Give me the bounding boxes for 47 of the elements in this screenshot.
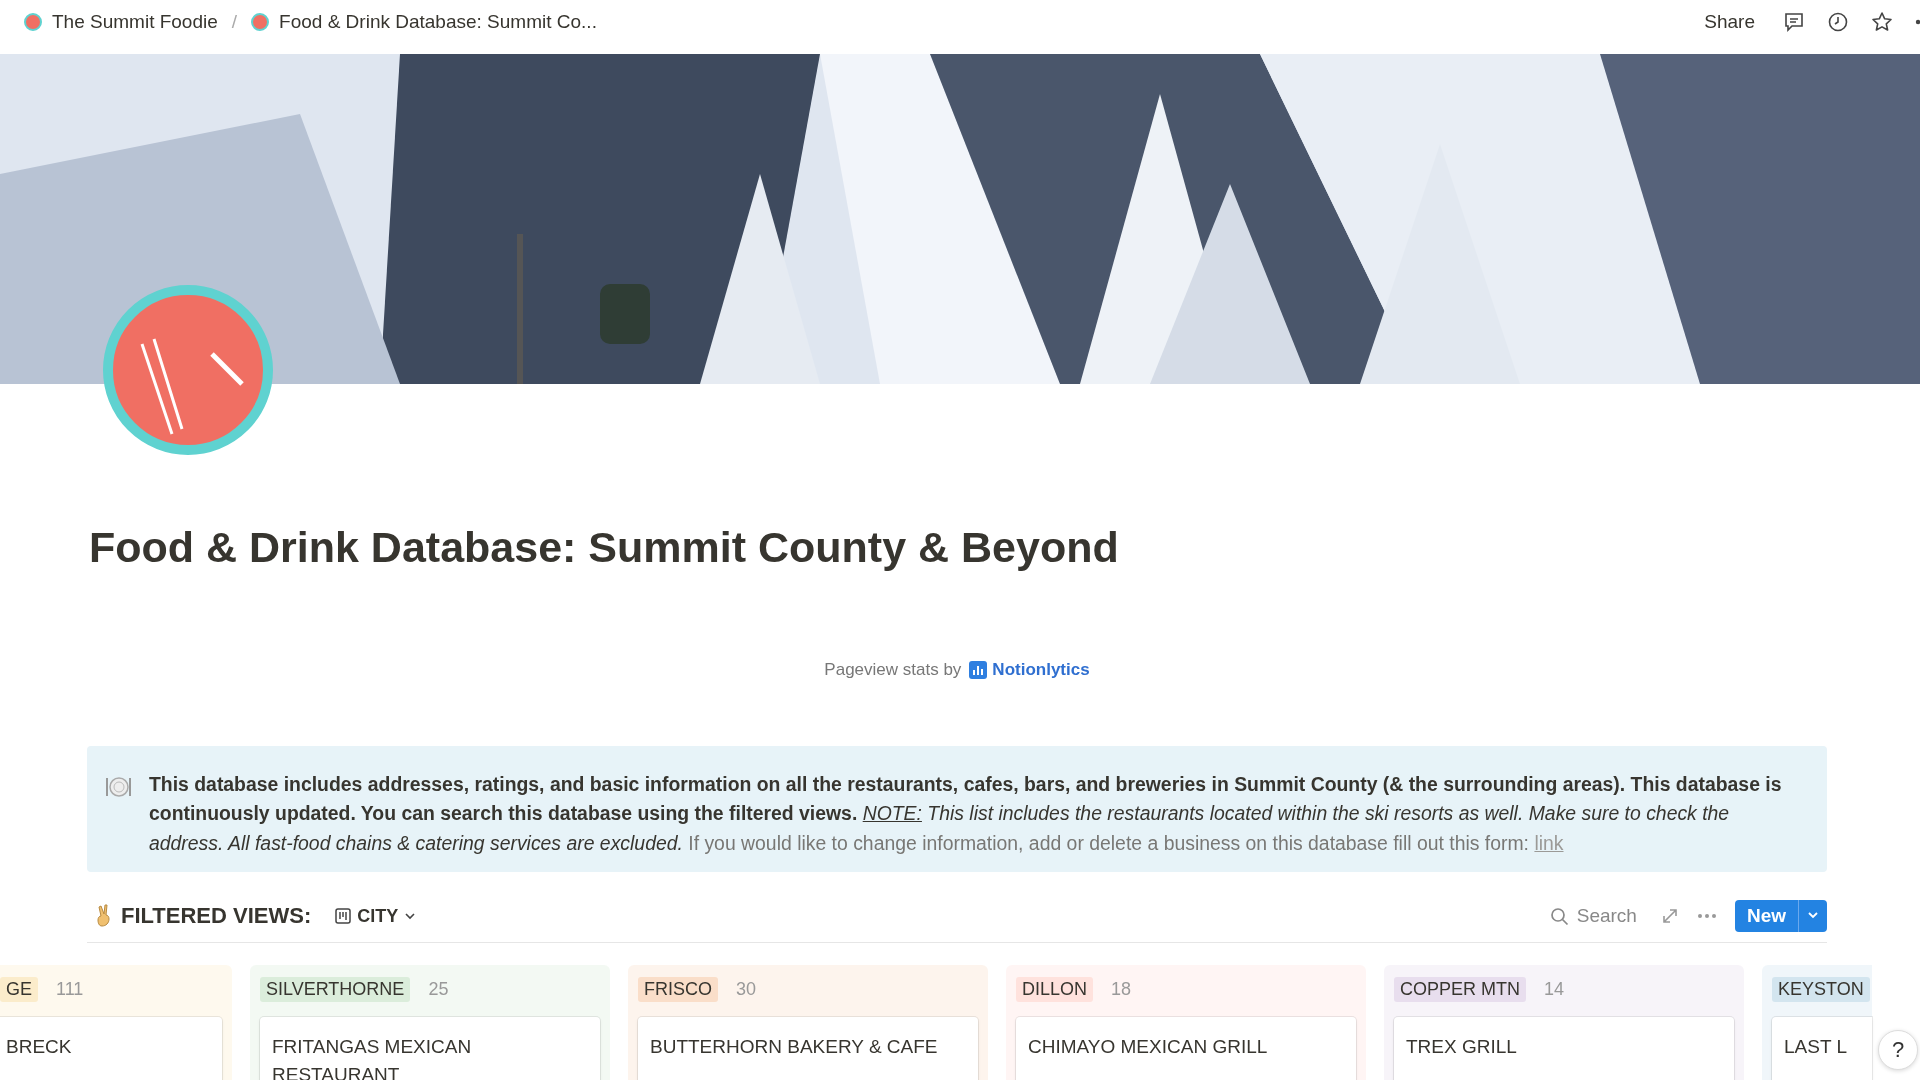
new-button[interactable]: New — [1734, 900, 1798, 933]
help-tooltip[interactable]: ? — [1878, 1030, 1918, 1070]
card[interactable]: CHIMAYO MEXICAN GRILL — [1016, 1017, 1356, 1080]
page-icon — [251, 13, 270, 31]
card[interactable]: TREX GRILL — [1394, 1017, 1734, 1080]
more-icon[interactable] — [1915, 19, 1920, 25]
search-button[interactable]: Search — [1543, 904, 1643, 929]
board-icon — [335, 908, 352, 925]
group-count: 25 — [428, 978, 449, 1000]
callout-text: This database includes addresses, ratings, and basic information on all the restaurants, cafes, bars, and breweries in Summit County (& the surrounding areas). This database is continuously updated. You can search this database using the filtered views. NOTE: This list includes the restaurants located within the ski resorts as well. Make sure to check the address. All fast-food chains & catering services are excluded. If you would like to change information, add or delete a business on this database fill out this form: link — [149, 771, 1783, 856]
card[interactable]: LAST L — [1772, 1017, 1872, 1080]
group-tag[interactable]: DILLON — [1016, 976, 1094, 1002]
hand-icon — [95, 904, 113, 929]
breadcrumb-separator: / — [231, 11, 238, 33]
group-tag[interactable]: GE — [0, 976, 38, 1002]
group-tag[interactable]: KEYSTON — [1772, 976, 1870, 1002]
breadcrumb-link[interactable]: The Summit Foodie — [20, 7, 222, 37]
stats-label: Pageview stats by — [824, 659, 962, 680]
bar-chart-icon — [969, 660, 988, 679]
group-tag[interactable]: SILVERTHORNE — [260, 976, 411, 1002]
expand-icon[interactable] — [1660, 907, 1679, 926]
group-tag[interactable]: COPPER MTN — [1394, 976, 1526, 1002]
group-count: 30 — [736, 978, 757, 1000]
card-title: BRECK — [6, 1035, 73, 1060]
card-title: BUTTERHORN BAKERY & CAFE — [650, 1035, 939, 1060]
group-tag[interactable]: FRISCO — [638, 976, 718, 1002]
card[interactable]: BUTTERHORN BAKERY & CAFE — [638, 1017, 978, 1080]
group-count: 18 — [1111, 978, 1132, 1000]
card[interactable]: BRECK — [0, 1017, 222, 1080]
comment-icon[interactable] — [1783, 11, 1805, 33]
share-button[interactable]: Share — [1698, 7, 1761, 37]
page-title: Food & Drink Database: Summit County & Beyond — [89, 522, 1120, 573]
page-icon — [24, 13, 42, 31]
dropdown-button[interactable] — [1798, 900, 1827, 933]
page-icon — [102, 284, 274, 456]
card-title: LAST L — [1784, 1035, 1849, 1060]
group-count: 111 — [56, 978, 84, 1000]
card-title: TREX GRILL — [1406, 1035, 1518, 1060]
views-heading: FILTERED VIEWS: — [121, 903, 312, 930]
breadcrumb-link[interactable]: Food & Drink Database: Summit Co... — [247, 7, 601, 37]
star-icon[interactable] — [1871, 11, 1893, 33]
group-count: 14 — [1544, 978, 1565, 1000]
card-title: CHIMAYO MEXICAN GRILL — [1028, 1035, 1269, 1060]
notionlytics-link[interactable]: Notionlytics — [969, 659, 1090, 680]
clock-icon[interactable] — [1827, 11, 1849, 33]
view-tab[interactable]: CITY — [329, 904, 423, 928]
search-icon — [1549, 906, 1569, 926]
